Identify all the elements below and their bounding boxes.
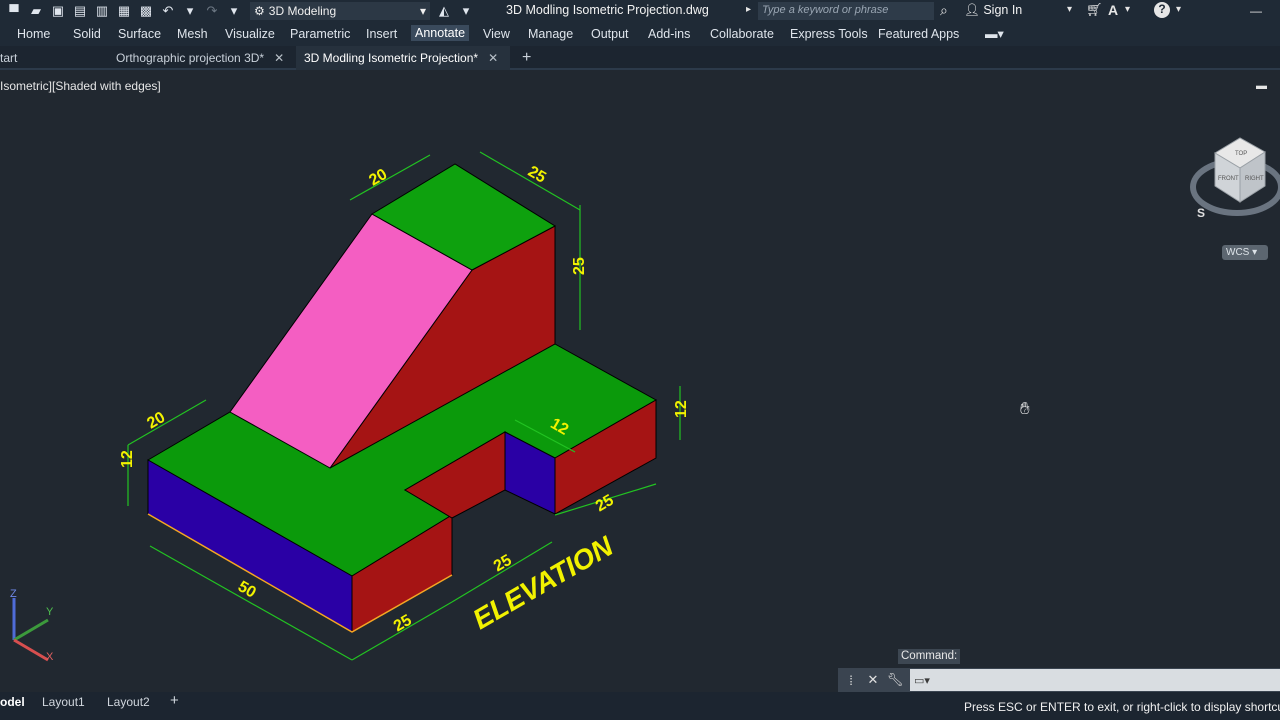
customize-wrench-icon[interactable]: 🔧︎ <box>886 672 904 688</box>
pan-hand-cursor-icon: ✋︎ <box>1020 399 1030 418</box>
minimize-icon[interactable]: — <box>1250 4 1262 18</box>
plus-icon: + <box>522 49 532 66</box>
menu-express-tools[interactable]: Express Tools <box>790 27 868 41</box>
ribbon-toggle-icon[interactable]: ▬▾ <box>985 26 1004 41</box>
isometric-model: 20 25 25 20 12 12 12 50 25 25 25 ELEVATI… <box>10 151 690 663</box>
cart-icon[interactable]: 🛒︎ <box>1086 2 1103 18</box>
command-input[interactable]: ▭▾ <box>910 669 1280 691</box>
sign-in-button[interactable]: 👤︎ Sign In <box>964 3 1022 18</box>
menu-parametric[interactable]: Parametric <box>290 27 350 41</box>
dim-top-width: 20 <box>366 166 390 190</box>
status-text: Press ESC or ENTER to exit, or right-cli… <box>964 700 1280 714</box>
save-as-icon[interactable]: ▤ <box>72 3 88 19</box>
customize-dropdown-icon[interactable]: ▾ <box>458 3 474 19</box>
command-line: ⁞ ✕ 🔧︎ ▭▾ <box>838 668 1280 692</box>
document-title: 3D Modling Isometric Projection.dwg <box>506 3 709 17</box>
dim-front-length: 50 <box>235 578 259 602</box>
menu-visualize[interactable]: Visualize <box>225 27 275 41</box>
menu-home[interactable]: Home <box>17 27 50 41</box>
viewport-minimize-icon[interactable]: ▬ <box>1256 80 1267 92</box>
command-history-label: Command: <box>898 649 961 664</box>
tab-layout1[interactable]: Layout1 <box>42 695 85 709</box>
workspace-selector[interactable]: ⚙ 3D Modeling ▾ <box>250 2 430 20</box>
menu-annotate[interactable]: Annotate <box>411 25 470 41</box>
menu-add-ins[interactable]: Add-ins <box>648 27 690 41</box>
new-file-icon[interactable]: ▀ <box>6 3 22 19</box>
grip-icon[interactable]: ⁞ <box>842 673 860 688</box>
a360-dropdown-icon[interactable]: ▾ <box>1125 4 1130 15</box>
gear-icon: ⚙ <box>254 4 265 18</box>
help-icon[interactable]: ? <box>1154 2 1170 18</box>
dim-left-height: 12 <box>119 450 136 468</box>
add-layout-button[interactable]: + <box>170 692 179 709</box>
dim-top-height: 25 <box>571 257 588 275</box>
arrow-right-icon[interactable]: ▸ <box>746 4 751 15</box>
dim-front-short: 25 <box>391 612 415 636</box>
tab-isometric-projection[interactable]: 3D Modling Isometric Projection* ✕ <box>296 46 510 70</box>
viewcube[interactable]: TOP FRONT RIGHT S <box>1185 130 1280 230</box>
menu-manage[interactable]: Manage <box>528 27 573 41</box>
wcs-menu[interactable]: WCS ▾ <box>1222 245 1268 260</box>
menu-surface[interactable]: Surface <box>118 27 161 41</box>
ucs-z-label: Z <box>10 588 17 600</box>
compass-s-label: S <box>1197 206 1205 220</box>
share-icon[interactable]: ◭ <box>436 3 452 19</box>
ribbon-menu: Home Solid Surface Mesh Visualize Parame… <box>0 22 1280 46</box>
tab-label: 3D Modling Isometric Projection* <box>304 51 479 65</box>
publish-icon[interactable]: ▥ <box>94 3 110 19</box>
help-dropdown-icon[interactable]: ▾ <box>1176 4 1181 15</box>
file-tabs: tart Orthographic projection 3D* ✕ 3D Mod… <box>0 46 1280 70</box>
redo-dropdown-icon[interactable]: ▾ <box>226 3 242 19</box>
menu-output[interactable]: Output <box>591 27 629 41</box>
print-icon[interactable]: ▩ <box>138 3 154 19</box>
dim-right-height: 12 <box>673 400 690 418</box>
tab-model[interactable]: odel <box>0 695 25 709</box>
menu-mesh[interactable]: Mesh <box>177 27 208 41</box>
prompt-icon: ▭▾ <box>914 674 930 687</box>
search-icon[interactable]: ⌕ <box>940 2 948 19</box>
user-icon: 👤︎ <box>964 3 984 17</box>
dim-bottom-right: 25 <box>593 492 617 516</box>
open-folder-icon[interactable]: ▰ <box>28 3 44 19</box>
dim-left-depth: 20 <box>144 409 168 433</box>
ucs-icon: Z Y X <box>10 588 54 663</box>
menu-solid[interactable]: Solid <box>73 27 101 41</box>
search-input[interactable]: Type a keyword or phrase <box>758 2 934 20</box>
workspace-name: 3D Modeling <box>268 4 337 18</box>
redo-icon[interactable]: ↷ <box>204 3 220 19</box>
sign-in-label: Sign In <box>983 3 1023 17</box>
sign-in-dropdown-icon[interactable]: ▾ <box>1067 4 1072 15</box>
wcs-label: WCS <box>1226 247 1250 258</box>
tab-label: tart <box>0 51 18 65</box>
tab-start[interactable]: tart <box>0 46 104 70</box>
close-icon[interactable]: ✕ <box>274 51 284 65</box>
save-icon[interactable]: ▣ <box>50 3 66 19</box>
tab-label: Orthographic projection 3D* <box>116 51 265 65</box>
menu-collaborate[interactable]: Collaborate <box>710 27 774 41</box>
close-icon[interactable]: ✕ <box>488 51 498 65</box>
elevation-label: ELEVATION <box>468 530 619 635</box>
web-save-icon[interactable]: ▦ <box>116 3 132 19</box>
undo-icon[interactable]: ↶ <box>160 3 176 19</box>
autodesk-a360-icon[interactable]: A <box>1108 2 1118 18</box>
undo-dropdown-icon[interactable]: ▾ <box>182 3 198 19</box>
cube-front-label: FRONT <box>1218 176 1239 182</box>
close-command-icon[interactable]: ✕ <box>864 672 882 688</box>
ucs-x-label: X <box>46 651 54 663</box>
new-tab-button[interactable]: + <box>514 46 539 70</box>
menu-featured-apps[interactable]: Featured Apps <box>878 27 959 41</box>
cube-top-label: TOP <box>1235 151 1247 157</box>
menu-insert[interactable]: Insert <box>366 27 397 41</box>
cube-right-label: RIGHT <box>1245 176 1264 182</box>
dim-bottom-mid: 25 <box>491 552 515 576</box>
ucs-y-label: Y <box>46 606 54 618</box>
menu-view[interactable]: View <box>483 27 510 41</box>
dim-top-depth: 25 <box>525 163 549 187</box>
chevron-down-icon: ▾ <box>419 4 426 18</box>
tab-orthographic-projection[interactable]: Orthographic projection 3D* ✕ <box>108 46 294 70</box>
tab-layout2[interactable]: Layout2 <box>107 695 150 709</box>
